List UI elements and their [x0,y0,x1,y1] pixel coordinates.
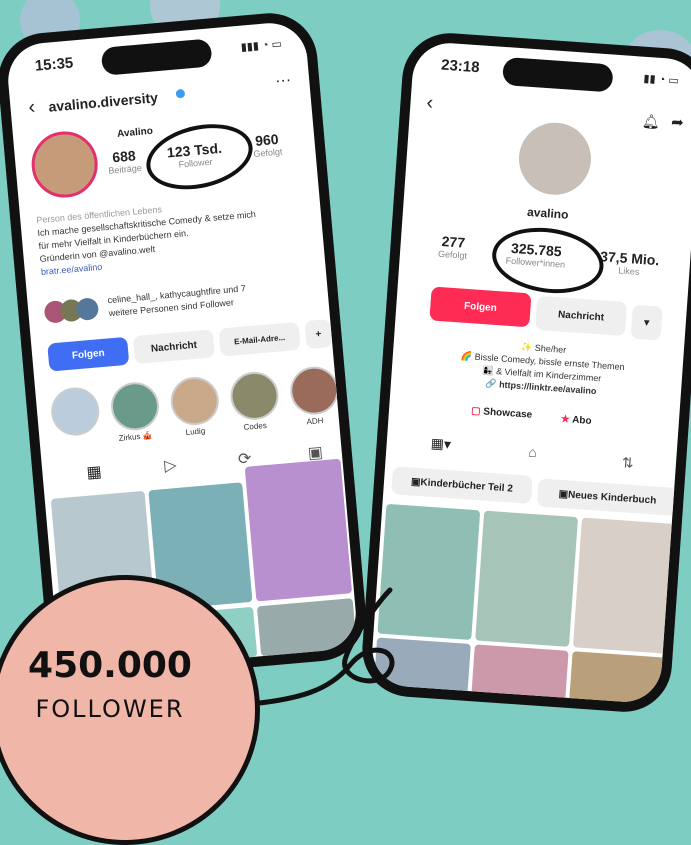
message-button[interactable]: Nachricht [534,295,628,337]
followed-by-avatars [43,297,102,324]
grid-tab-icon[interactable]: ▦ [86,462,103,483]
bio: Person des öffentlichen Lebens Ich mache… [36,190,321,279]
dynamic-island [501,56,614,93]
profile-username: avalino.diversity [47,89,159,115]
profile-username: avalino [526,204,569,222]
follow-button[interactable]: Folgen [47,336,130,372]
video-thumbnail[interactable] [377,503,481,641]
status-icons: ▮▮ ◔ ▭ [643,72,680,88]
playlist-label: Neues Kinderbuch [567,488,657,507]
showcase-link[interactable]: ▢ Showcase [471,406,533,421]
story-highlight[interactable] [228,369,281,422]
post-thumbnail[interactable] [244,458,353,602]
story-label: Codes [243,420,268,432]
message-button[interactable]: Nachricht [132,329,216,365]
story-label: Ludig [185,426,206,437]
display-name: Avalino [116,125,154,140]
stat-posts: 688 Beiträge [107,147,143,176]
stat-following-label: Gefolgt [437,248,468,261]
story-highlight[interactable] [168,375,221,428]
private-tab-icon[interactable]: ⌂ [528,444,538,461]
bell-icon[interactable]: 🔔︎ [641,113,660,131]
story-label: Zirkus 🎪 [118,430,153,443]
video-thumbnail[interactable] [572,517,676,654]
video-thumbnail[interactable] [568,651,667,705]
email-button[interactable]: E-Mail-Adre... [218,321,301,357]
badge-label: FOLLOWER [35,695,185,723]
videos-tab-icon[interactable]: ▦▾ [430,435,451,453]
repost-tab-icon[interactable]: ⇅ [621,454,634,472]
follow-button[interactable]: Folgen [429,286,532,328]
stat-likes: 37,5 Mio. Likes [599,248,660,278]
stat-posts-label: Beiträge [107,162,143,176]
tiktok-screen: 23:18 ▮▮ ◔ ▭ ‹ 🔔︎ ➦ avalino 277 Gefolgt … [369,40,691,705]
follower-badge: 450.000 FOLLOWER [0,575,260,845]
verified-icon [175,88,186,99]
highlight-circle [139,114,260,200]
video-thumbnail[interactable] [372,637,471,704]
playlist-chip[interactable]: ▣ Neues Kinderbuch [536,478,679,517]
instagram-screen: 15:35 ▮▮▮ ◔ ▭ ‹ avalino.diversity ··· Av… [5,20,359,674]
highlight-circle [487,221,608,300]
back-icon[interactable]: ‹ [426,92,434,115]
avatar[interactable] [516,120,594,198]
dropdown-button[interactable]: ▾ [630,304,663,341]
back-icon[interactable]: ‹ [28,96,37,119]
instagram-phone: 15:35 ▮▮▮ ◔ ▭ ‹ avalino.diversity ··· Av… [0,9,370,685]
stat-following-label: Gefolgt [253,146,283,160]
story-highlight[interactable] [108,380,161,433]
post-thumbnail[interactable] [256,598,357,657]
stat-following[interactable]: 960 Gefolgt [252,131,283,159]
more-icon[interactable]: ··· [274,72,291,91]
tiktok-phone: 23:18 ▮▮ ◔ ▭ ‹ 🔔︎ ➦ avalino 277 Gefolgt … [359,29,691,716]
share-icon[interactable]: ➦ [671,113,685,132]
reels-tab-icon[interactable]: ▷ [163,455,178,476]
showcase-icon: ▢ [470,405,484,418]
playlist-chip[interactable]: ▣ Kinderbücher Teil 2 [391,466,533,504]
stat-following[interactable]: 277 Gefolgt [438,233,469,261]
avatar[interactable] [28,128,101,201]
story-highlight[interactable] [49,385,102,438]
bio: ✨ She/her 🌈 Bissle Comedy, bissle ernste… [421,334,664,403]
badge-number: 450.000 [28,645,192,686]
showcase-label: Showcase [482,406,533,421]
status-time: 15:35 [34,54,74,75]
add-person-button[interactable]: + [304,318,333,350]
status-icons: ▮▮▮ ◔ ▭ [240,38,283,54]
abo-label: Abo [571,414,592,427]
followed-by-text[interactable]: celine_hall_, kathycaughtfire und 7 weit… [107,275,328,320]
story-label [51,435,101,439]
story-label: ADH [306,415,324,427]
video-thumbnail[interactable] [475,510,579,647]
video-thumbnail[interactable] [470,644,569,705]
story-highlight[interactable] [288,364,341,417]
status-time: 23:18 [440,56,481,77]
dynamic-island [100,38,213,76]
abo-link[interactable]: ★ Abo [560,414,592,427]
playlist-label: Kinderbücher Teil 2 [420,476,514,495]
